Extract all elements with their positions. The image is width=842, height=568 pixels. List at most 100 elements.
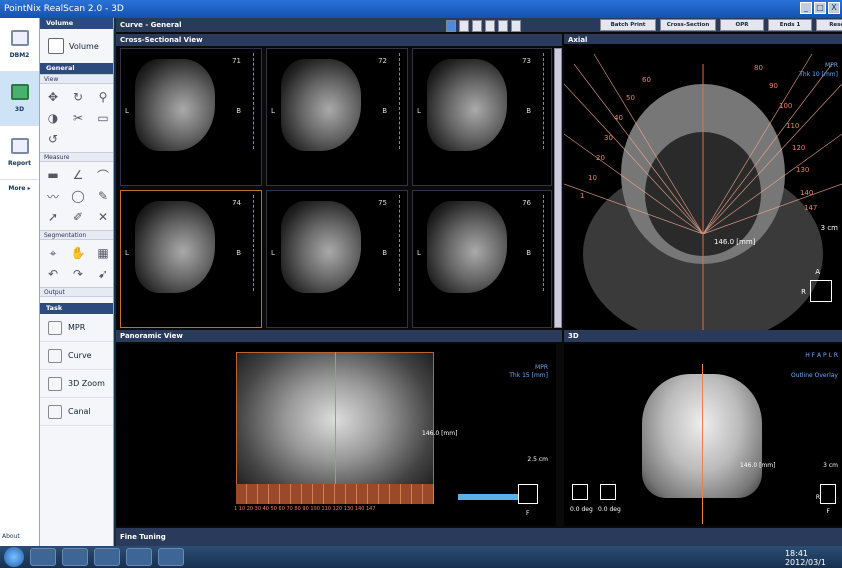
slice-cell[interactable]: 71 L B <box>120 48 262 186</box>
slice-cell[interactable]: 76 L B <box>412 190 552 328</box>
pan-icon[interactable]: ✥ <box>44 88 62 106</box>
zoom-icon[interactable]: ⚲ <box>94 88 112 106</box>
main-area: Curve - General Batch Print Cross-Sectio… <box>116 18 842 546</box>
volume-button[interactable]: Volume <box>40 29 113 63</box>
nav-item-3d[interactable]: 3D <box>0 72 39 126</box>
layout-5-button[interactable] <box>498 20 508 32</box>
task-canal[interactable]: Canal <box>40 398 113 426</box>
panoramic-view[interactable]: 1 10 20 30 40 50 60 70 80 90 100 110 120… <box>116 344 556 526</box>
layout-2-button[interactable] <box>459 20 469 32</box>
axial-tick: 130 <box>796 166 810 174</box>
undo-icon[interactable]: ↶ <box>44 265 62 283</box>
output-subheader[interactable]: Output <box>40 287 113 297</box>
color-icon[interactable]: ▦ <box>94 244 112 262</box>
redo-icon[interactable]: ↷ <box>69 265 87 283</box>
slice-ruler <box>253 195 255 291</box>
clock[interactable]: 18:41 2012/03/1 <box>785 549 826 567</box>
v3d-title: 3D <box>568 332 579 340</box>
maximize-button[interactable]: □ <box>814 2 826 14</box>
curve-header: Curve - General Batch Print Cross-Sectio… <box>116 18 842 32</box>
layout-3-button[interactable] <box>472 20 482 32</box>
taskbar-app[interactable] <box>30 548 56 566</box>
nav-item-report[interactable]: Report <box>0 126 39 180</box>
reset-icon[interactable]: ↺ <box>44 130 62 148</box>
cross-section-scrollbar[interactable] <box>554 48 562 328</box>
taskbar-app[interactable] <box>126 548 152 566</box>
slice-image <box>281 59 361 151</box>
segment-icon[interactable]: ⌖ <box>44 244 62 262</box>
taskbar-app[interactable] <box>158 548 184 566</box>
taskbar-app[interactable] <box>94 548 120 566</box>
v3d-orientation-box <box>820 484 836 504</box>
opr-button[interactable]: OPR <box>720 19 764 31</box>
slice-number: 76 <box>522 199 531 207</box>
ruler-icon[interactable]: ▬ <box>44 166 62 184</box>
nav-item-dbm2[interactable]: DBM2 <box>0 18 39 72</box>
axial-tick: 50 <box>626 94 635 102</box>
clock-date: 2012/03/1 <box>784 558 826 567</box>
batch-print-button[interactable]: Batch Print <box>600 19 656 31</box>
task-mpr[interactable]: MPR <box>40 314 113 342</box>
nav-label: Report <box>8 160 31 167</box>
slice-left-label: L <box>125 249 129 257</box>
about-link[interactable]: About <box>2 533 20 540</box>
start-button[interactable] <box>4 547 24 567</box>
rotate-icon[interactable]: ↻ <box>69 88 87 106</box>
arc-icon[interactable]: ⌒ <box>94 166 112 184</box>
axial-tick: 147 <box>804 204 818 212</box>
task-3d-zoom[interactable]: 3D Zoom <box>40 370 113 398</box>
slice-image <box>281 201 361 293</box>
sculpt-icon[interactable]: ✋ <box>69 244 87 262</box>
slice-left-label: L <box>271 249 275 257</box>
delete-icon[interactable]: ✕ <box>94 208 112 226</box>
measure-tools: ▬ ∠ ⌒ 〰 ◯ ✎ ➚ ✐ ✕ <box>40 162 113 230</box>
cut-icon[interactable]: ✂ <box>69 109 87 127</box>
taskbar-app[interactable] <box>62 548 88 566</box>
arrow-icon[interactable]: ➚ <box>44 208 62 226</box>
task-curve[interactable]: Curve <box>40 342 113 370</box>
more-button[interactable]: More ▸ <box>0 180 39 196</box>
volume-icon <box>48 38 64 54</box>
rotate-y-value: 0.0 deg <box>598 506 621 513</box>
window-title: PointNix RealScan 2.0 - 3D <box>4 4 124 14</box>
annotation-icon[interactable]: ✎ <box>94 187 112 205</box>
volume-header: Volume <box>40 18 113 29</box>
slice-left-label: L <box>417 249 421 257</box>
v3d-scale: 3 cm <box>823 462 838 469</box>
axial-view[interactable]: 60 80 50 90 40 100 30 110 20 120 10 130 … <box>564 44 842 330</box>
slice-cell[interactable]: 74 L B <box>120 190 262 328</box>
area-icon[interactable]: ◯ <box>69 187 87 205</box>
note-icon[interactable]: ✐ <box>69 208 87 226</box>
angle-icon[interactable]: ∠ <box>69 166 87 184</box>
axial-title: Axial <box>568 36 588 44</box>
close-button[interactable]: X <box>828 2 840 14</box>
layout-1-button[interactable] <box>446 20 456 32</box>
axial-r-label: R <box>801 288 806 296</box>
pano-slider[interactable] <box>458 494 518 500</box>
fine-tuning-bar[interactable]: Fine Tuning <box>116 528 842 546</box>
axial-tick: 120 <box>792 144 806 152</box>
ends-button[interactable]: Ends 1 <box>768 19 812 31</box>
minimize-button[interactable]: _ <box>800 2 812 14</box>
measure-subheader: Measure <box>40 152 113 162</box>
rotate-y-icon[interactable] <box>600 484 616 500</box>
3d-view[interactable]: H F A P L R Outline Overlay 146.0 [mm] 3… <box>564 344 842 526</box>
layout-4-button[interactable] <box>485 20 495 32</box>
reset-button[interactable]: Reset <box>816 19 842 31</box>
contrast-icon[interactable]: ◑ <box>44 109 62 127</box>
cross-section-button[interactable]: Cross-Section <box>660 19 716 31</box>
slice-number: 74 <box>232 199 241 207</box>
slice-cell[interactable]: 72 L B <box>266 48 408 186</box>
profile-icon[interactable]: 〰 <box>44 187 62 205</box>
slice-cell[interactable]: 73 L B <box>412 48 552 186</box>
slice-right-label: B <box>526 107 531 115</box>
window-level-icon[interactable]: ▭ <box>94 109 112 127</box>
axial-tick: 140 <box>800 189 814 197</box>
rotate-x-icon[interactable] <box>572 484 588 500</box>
v3d-outline: Outline Overlay <box>791 372 838 379</box>
axial-tick: 110 <box>786 122 800 130</box>
fill-icon[interactable]: ➹ <box>94 265 112 283</box>
layout-6-button[interactable] <box>511 20 521 32</box>
axial-measure: 146.0 [mm] <box>714 238 756 246</box>
slice-cell[interactable]: 75 L B <box>266 190 408 328</box>
